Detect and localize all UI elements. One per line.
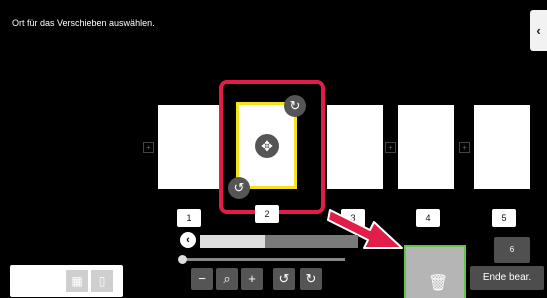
page-thumbnail-6[interactable]: 6: [494, 237, 530, 263]
page-number-1: 1: [177, 209, 201, 227]
page-view-icon[interactable]: ▯: [91, 270, 113, 292]
view-mode-icon[interactable]: ▦: [66, 270, 88, 292]
rotate-ccw-icon[interactable]: ↺: [228, 177, 250, 199]
screen: Ort für das Verschieben auswählen. ‹ + ↻…: [0, 0, 547, 298]
zoom-in-button[interactable]: +: [241, 268, 263, 290]
page-thumbnail-1[interactable]: [158, 105, 219, 189]
rotate-cw-icon[interactable]: ↻: [284, 95, 306, 117]
insert-point-icon[interactable]: +: [143, 142, 154, 153]
zoom-slider-handle[interactable]: [178, 255, 187, 264]
trash-icon: 🗑: [428, 275, 449, 292]
end-edit-button[interactable]: Ende bear.: [470, 266, 544, 290]
insert-point-icon[interactable]: +: [385, 142, 396, 153]
zoom-slider-track[interactable]: [180, 258, 345, 261]
scroll-thumb[interactable]: [265, 235, 358, 248]
trash-drop-zone[interactable]: 🗑: [404, 245, 466, 298]
search-icon[interactable]: ⌕: [216, 268, 238, 290]
page-number-4: 4: [416, 209, 440, 227]
page-thumbnail-4[interactable]: [398, 105, 454, 189]
rotate-ccw-button[interactable]: ↺: [273, 268, 295, 290]
page-thumbnail-5[interactable]: [474, 105, 530, 189]
side-panel-toggle[interactable]: ‹: [530, 10, 547, 51]
move-icon[interactable]: ✥: [255, 134, 279, 158]
page-number-5: 5: [492, 209, 516, 227]
chevron-left-icon: ‹: [536, 23, 541, 38]
scroll-left-button[interactable]: ‹: [180, 232, 196, 248]
page-number-2: 2: [255, 205, 279, 223]
zoom-out-button[interactable]: −: [191, 268, 213, 290]
instruction-text: Ort für das Verschieben auswählen.: [12, 18, 155, 28]
rotate-cw-button[interactable]: ↻: [300, 268, 322, 290]
page-thumbnail-3[interactable]: [327, 105, 383, 189]
insert-point-icon[interactable]: +: [459, 142, 470, 153]
